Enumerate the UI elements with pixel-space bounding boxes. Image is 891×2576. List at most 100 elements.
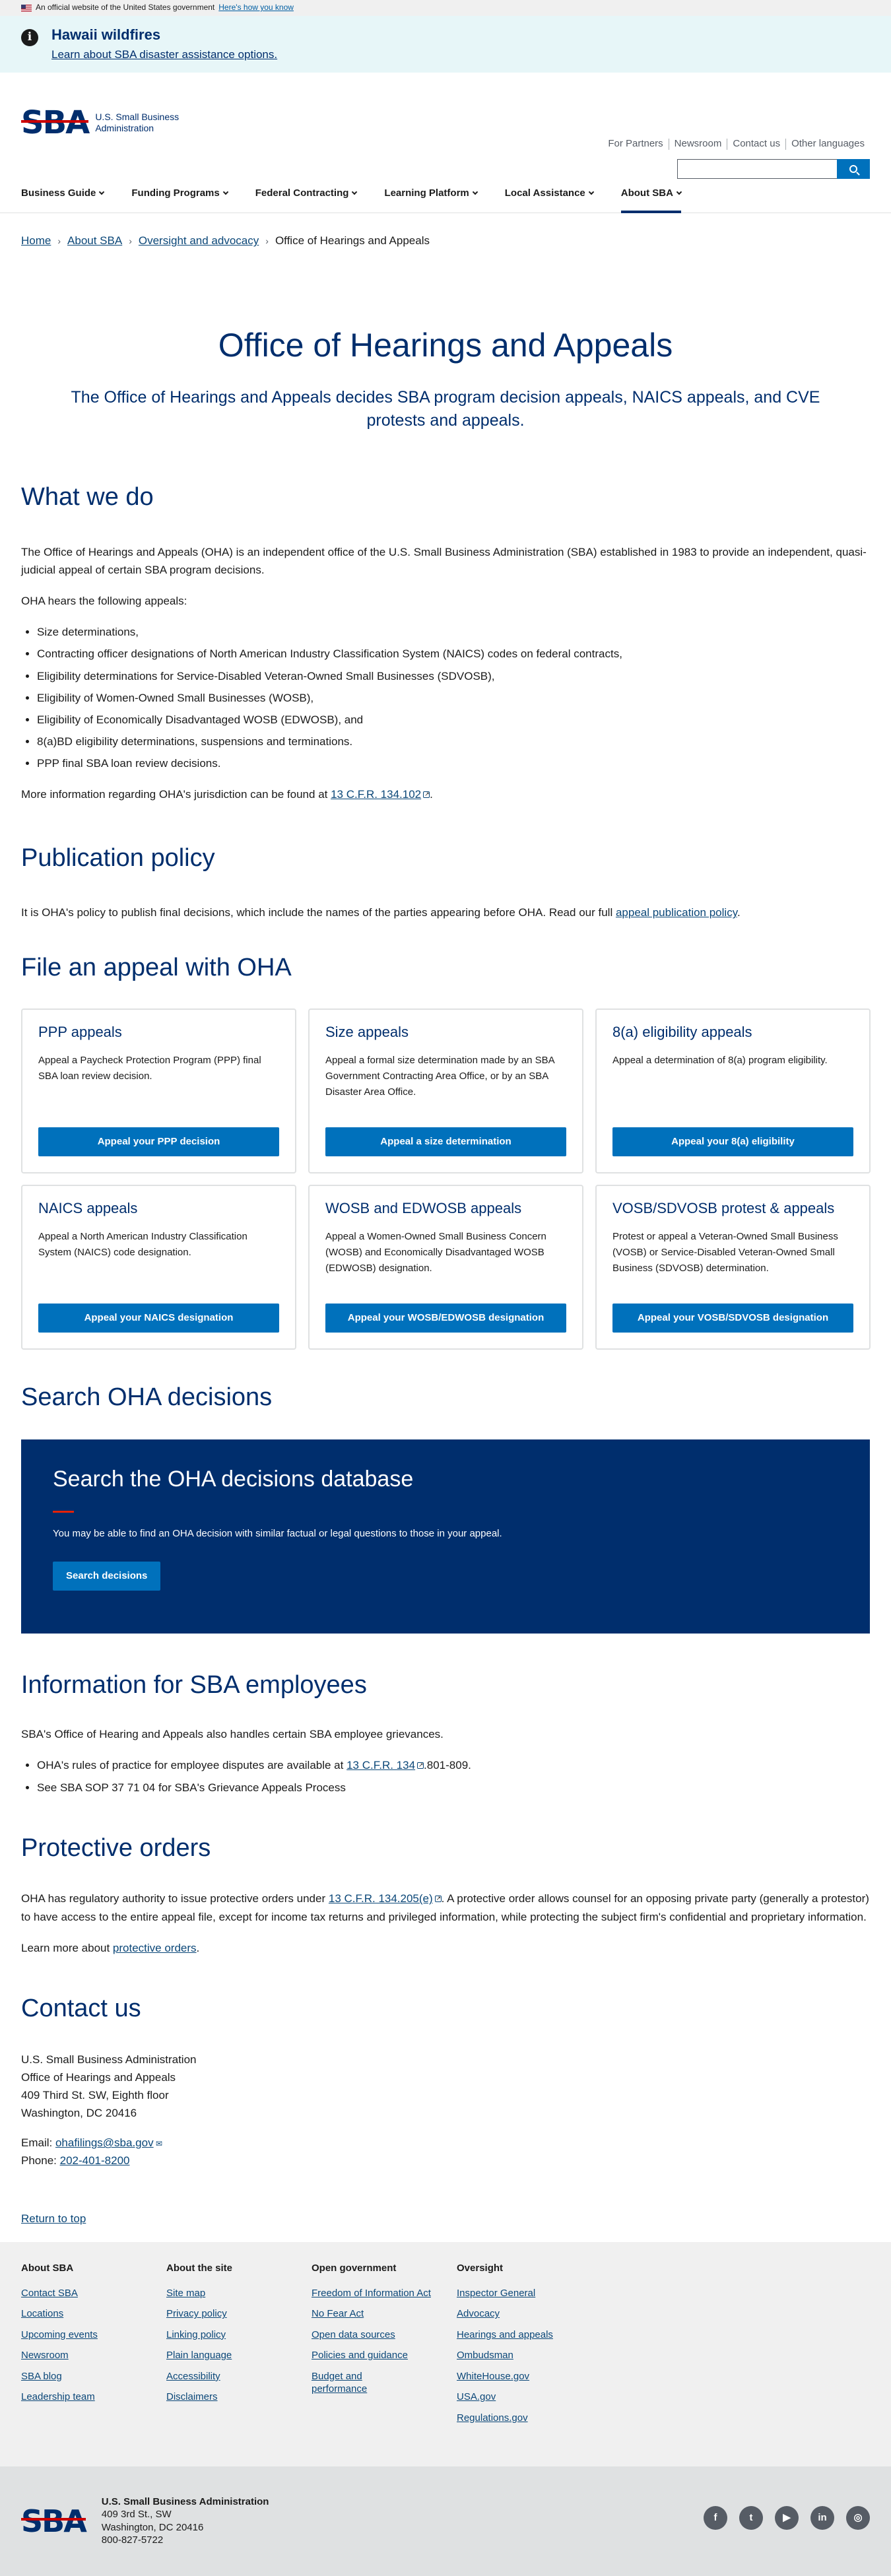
address-line: Office of Hearings and Appeals (21, 2070, 176, 2084)
phone-link[interactable]: 202-401-8200 (60, 2154, 130, 2167)
gov-banner-text: An official website of the United States… (36, 3, 215, 13)
nav-about-sba[interactable]: About SBA (620, 174, 682, 213)
appeal-naics-button[interactable]: Appeal your NAICS designation (38, 1304, 279, 1333)
footer-link[interactable]: Inspector General (457, 2287, 602, 2300)
decisions-database-box: Search the OHA decisions database You ma… (21, 1439, 870, 1634)
footer-link[interactable]: Site map (166, 2287, 312, 2300)
paragraph: SBA's Office of Hearing and Appeals also… (21, 1728, 444, 1741)
info-icon: i (21, 29, 38, 46)
util-link-partners[interactable]: For Partners (603, 138, 668, 150)
protective-orders-link[interactable]: protective orders (113, 1942, 197, 1954)
phone-label: Phone: (21, 2154, 60, 2167)
text: OHA has regulatory authority to issue pr… (21, 1892, 329, 1905)
nav-local-assistance[interactable]: Local Assistance (504, 174, 595, 213)
chevron-right-icon: › (129, 235, 132, 246)
address-line: Washington, DC 20416 (101, 2521, 204, 2533)
util-link-newsroom[interactable]: Newsroom (668, 138, 727, 150)
search-button[interactable] (837, 159, 870, 179)
util-link-contact[interactable]: Contact us (727, 138, 785, 150)
breadcrumb: Home › About SBA › Oversight and advocac… (0, 213, 891, 253)
instagram-icon[interactable]: ◎ (846, 2505, 870, 2530)
org-name: U.S. Small Business Administration (101, 2495, 269, 2507)
nav-business-guide[interactable]: Business Guide (21, 174, 105, 213)
footer-link[interactable]: Regulations.gov (457, 2412, 602, 2425)
facebook-icon[interactable]: f (704, 2505, 727, 2530)
chevron-down-icon (99, 189, 105, 195)
footer-link[interactable]: Disclaimers (166, 2391, 312, 2404)
nav-funding-programs[interactable]: Funding Programs (131, 174, 228, 213)
footer-link[interactable]: Upcoming events (21, 2328, 166, 2342)
logo-text: U.S. Small Business Administration (95, 112, 179, 135)
external-link-icon (434, 1894, 442, 1903)
text: . (430, 788, 433, 801)
footer-link[interactable]: WhiteHouse.gov (457, 2370, 602, 2383)
footer-link[interactable]: Locations (21, 2307, 166, 2321)
cfr-134-205-link[interactable]: 13 C.F.R. 134.205(e) (329, 1892, 433, 1905)
appeal-cards: PPP appeals Appeal a Paycheck Protection … (21, 1008, 871, 1350)
alert-link[interactable]: Learn about SBA disaster assistance opti… (51, 48, 277, 61)
footer-link[interactable]: No Fear Act (312, 2307, 457, 2321)
cfr-134-link[interactable]: 13 C.F.R. 134 (346, 1759, 415, 1771)
footer-address: U.S. Small Business Administration 409 3… (102, 2495, 269, 2547)
footer-logo-mark[interactable]: SBA (21, 2506, 87, 2536)
search-input[interactable] (677, 159, 837, 179)
card-body: Protest or appeal a Veteran-Owned Small … (612, 1230, 838, 1274)
footer-col-title: About SBA (21, 2262, 74, 2274)
appeal-vosb-button[interactable]: Appeal your VOSB/SDVOSB designation (612, 1304, 853, 1333)
twitter-icon[interactable]: t (739, 2505, 763, 2530)
youtube-icon[interactable]: ▶ (775, 2505, 799, 2530)
search-decisions-button[interactable]: Search decisions (53, 1562, 161, 1591)
util-link-languages[interactable]: Other languages (785, 138, 870, 150)
cfr-134-102-link[interactable]: 13 C.F.R. 134.102 (331, 788, 421, 801)
appeal-size-button[interactable]: Appeal a size determination (325, 1127, 566, 1157)
card-title: 8(a) eligibility appeals (612, 1024, 752, 1041)
breadcrumb-about-sba[interactable]: About SBA (67, 232, 122, 249)
breadcrumb-home[interactable]: Home (21, 232, 51, 249)
address-line: 409 Third St. SW, Eighth floor (21, 2088, 169, 2101)
footer-link[interactable]: Open data sources (312, 2328, 457, 2342)
footer-link[interactable]: Plain language (166, 2349, 312, 2362)
footer-link[interactable]: Freedom of Information Act (312, 2287, 437, 2300)
appeal-ppp-button[interactable]: Appeal your PPP decision (38, 1127, 279, 1157)
header-search (677, 159, 870, 179)
list-item: 8(a)BD eligibility determinations, suspe… (37, 733, 870, 750)
footer-link[interactable]: Linking policy (166, 2328, 312, 2342)
footer-link[interactable]: Contact SBA (21, 2287, 166, 2300)
paragraph: OHA hears the following appeals: (21, 594, 187, 607)
list-item: PPP final SBA loan review decisions. (37, 754, 870, 772)
sba-logo[interactable]: SBA U.S. Small Business Administration (21, 107, 179, 139)
site-header: SBA U.S. Small Business Administration F… (0, 73, 891, 179)
footer-link[interactable]: Policies and guidance (312, 2349, 457, 2362)
paragraph: It is OHA's policy to publish final deci… (21, 904, 870, 921)
footer-link[interactable]: Newsroom (21, 2349, 166, 2362)
list-item: Eligibility of Women-Owned Small Busines… (37, 689, 870, 707)
footer-link[interactable]: Privacy policy (166, 2307, 312, 2321)
nav-federal-contracting[interactable]: Federal Contracting (255, 174, 358, 213)
publication-policy-link[interactable]: appeal publication policy (616, 906, 737, 919)
footer-link[interactable]: Accessibility (166, 2370, 312, 2383)
appeal-wosb-button[interactable]: Appeal your WOSB/EDWOSB designation (325, 1304, 566, 1333)
nav-label: Local Assistance (504, 187, 585, 199)
footer-link[interactable]: Ombudsman (457, 2349, 602, 2362)
db-title: Search the OHA decisions database (53, 1466, 414, 1492)
card-body: Appeal a formal size determination made … (325, 1054, 554, 1098)
nav-learning-platform[interactable]: Learning Platform (384, 174, 478, 213)
appeal-8a-button[interactable]: Appeal your 8(a) eligibility (612, 1127, 853, 1157)
footer-link[interactable]: Advocacy (457, 2307, 602, 2321)
heres-how-you-know-link[interactable]: Here's how you know (218, 1, 294, 14)
linkedin-icon[interactable]: in (810, 2505, 834, 2530)
footer-col-title: About the site (166, 2262, 232, 2274)
email-link[interactable]: ohafilings@sba.gov (55, 2136, 154, 2149)
footer-link[interactable]: SBA blog (21, 2370, 166, 2383)
footer-link[interactable]: Budget and performance (312, 2370, 391, 2396)
footer-link[interactable]: Hearings and appeals (457, 2328, 602, 2342)
search-oha-section: Search OHA decisions Search the OHA deci… (0, 1350, 891, 1634)
footer-link[interactable]: USA.gov (457, 2391, 602, 2404)
return-to-top-link[interactable]: Return to top (21, 2212, 86, 2225)
footer-link[interactable]: Leadership team (21, 2391, 166, 2404)
contact-email: Email: ohafilings@sba.gov ✉ (21, 2134, 870, 2152)
chevron-down-icon (676, 189, 682, 195)
footer-col-oversight: Oversight Inspector General Advocacy Hea… (457, 2261, 602, 2448)
breadcrumb-oversight[interactable]: Oversight and advocacy (139, 232, 259, 249)
chevron-down-icon (222, 189, 228, 195)
